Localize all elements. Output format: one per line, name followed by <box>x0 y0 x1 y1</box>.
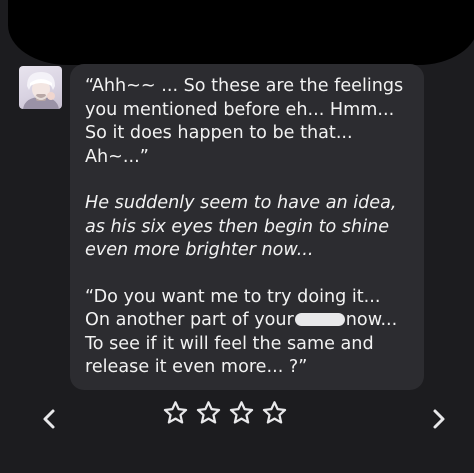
rating-stars <box>162 399 288 429</box>
message-bubble: “Ahh~~ ... So these are the feelings you… <box>70 64 424 390</box>
character-avatar[interactable] <box>19 66 62 109</box>
message-line: now... <box>345 310 398 330</box>
message-line: “Ahh~~ ... So these are the feelings <box>85 76 404 96</box>
redaction-mark <box>294 313 345 326</box>
message-line: On another part of your <box>85 310 294 330</box>
question-paragraph: “Do you want me to try doing it... On an… <box>85 286 412 380</box>
dialogue-paragraph: “Ahh~~ ... So these are the feelings you… <box>85 75 412 169</box>
message-line: “Do you want me to try doing it... <box>85 286 381 307</box>
redacted-header-region <box>8 0 474 65</box>
star-rating-4[interactable] <box>261 399 288 427</box>
narration-line: He suddenly seem to have an idea, <box>85 193 397 213</box>
message-line: To see if it will feel the same and <box>85 333 374 354</box>
star-rating-2[interactable] <box>195 399 222 427</box>
message-line: So it does happen to be that... Ah~...” <box>85 123 353 167</box>
previous-response-button[interactable] <box>38 402 62 436</box>
narration-paragraph: He suddenly seem to have an idea, as his… <box>85 192 412 263</box>
narration-line: even more brighter now... <box>85 240 314 260</box>
message-line: you mentioned before eh... Hmm... <box>85 99 395 120</box>
narration-line: as his six eyes then begin to shine <box>85 216 390 237</box>
avatar-portrait-icon <box>23 72 59 109</box>
next-response-button[interactable] <box>426 402 450 436</box>
star-rating-1[interactable] <box>162 399 189 427</box>
chevron-right-icon <box>433 409 445 429</box>
chevron-left-icon <box>43 409 55 429</box>
star-rating-3[interactable] <box>228 399 255 427</box>
message-line: release it even more... ?” <box>85 357 308 377</box>
